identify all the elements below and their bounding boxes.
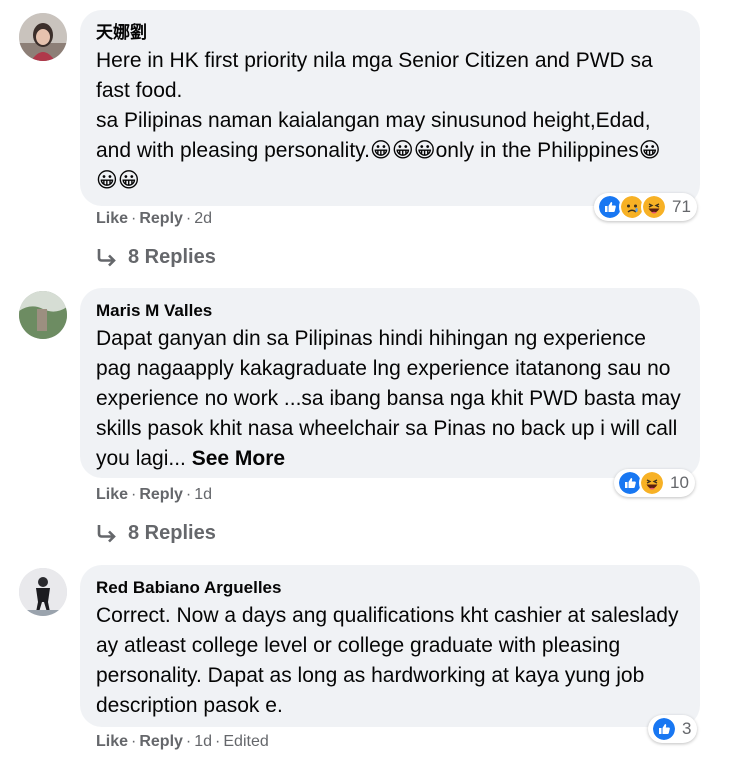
comment-bubble: 天娜劉 Here in HK first priority nila mga S… (80, 10, 700, 206)
comment-author[interactable]: Red Babiano Arguelles (96, 577, 682, 599)
reply-arrow-icon (97, 248, 116, 266)
comment-timestamp[interactable]: 1d (194, 486, 212, 503)
comment-actions: Like · Reply · 1d · Edited (96, 733, 269, 750)
replies-label: 8 Replies (128, 522, 216, 544)
haha-reaction-icon (639, 470, 665, 496)
comment-timestamp[interactable]: 2d (194, 210, 212, 227)
see-more-link[interactable]: See More (192, 447, 285, 470)
reply-link[interactable]: Reply (139, 210, 183, 227)
reply-arrow-icon (97, 524, 116, 542)
avatar[interactable] (19, 13, 67, 61)
reaction-count: 3 (682, 719, 692, 738)
replies-label: 8 Replies (128, 246, 216, 268)
reaction-summary[interactable]: 3 (648, 715, 698, 743)
view-replies-button[interactable]: 8 Replies (96, 246, 216, 269)
comment-timestamp[interactable]: 1d (194, 733, 212, 750)
avatar[interactable] (19, 568, 67, 616)
comment-actions: Like · Reply · 1d (96, 486, 213, 503)
comment-text: Correct. Now a days ang qualifications k… (96, 604, 679, 717)
like-link[interactable]: Like (96, 486, 128, 503)
comment-bubble: Maris M Valles Dapat ganyan din sa Pilip… (80, 288, 700, 478)
avatar[interactable] (19, 291, 67, 339)
reply-link[interactable]: Reply (139, 733, 183, 750)
reaction-summary[interactable]: 71 (594, 193, 697, 221)
haha-reaction-icon (641, 194, 667, 220)
view-replies-button[interactable]: 8 Replies (96, 522, 216, 545)
comment-author[interactable]: 天娜劉 (96, 22, 682, 44)
reaction-summary[interactable]: 10 (614, 469, 695, 497)
reply-link[interactable]: Reply (139, 486, 183, 503)
comment-bubble: Red Babiano Arguelles Correct. Now a day… (80, 565, 700, 727)
like-link[interactable]: Like (96, 210, 128, 227)
comment-actions: Like · Reply · 2d (96, 210, 213, 227)
like-reaction-icon (651, 716, 677, 742)
comment-text: Here in HK first priority nila mga Senio… (96, 49, 661, 192)
reaction-count: 71 (672, 197, 691, 216)
comment-text-body: Dapat ganyan din sa Pilipinas hindi hihi… (96, 327, 681, 470)
reaction-count: 10 (670, 473, 689, 492)
like-link[interactable]: Like (96, 733, 128, 750)
edited-label[interactable]: Edited (223, 733, 268, 750)
comment-author[interactable]: Maris M Valles (96, 300, 682, 322)
comment-text: Dapat ganyan din sa Pilipinas hindi hihi… (96, 324, 682, 474)
